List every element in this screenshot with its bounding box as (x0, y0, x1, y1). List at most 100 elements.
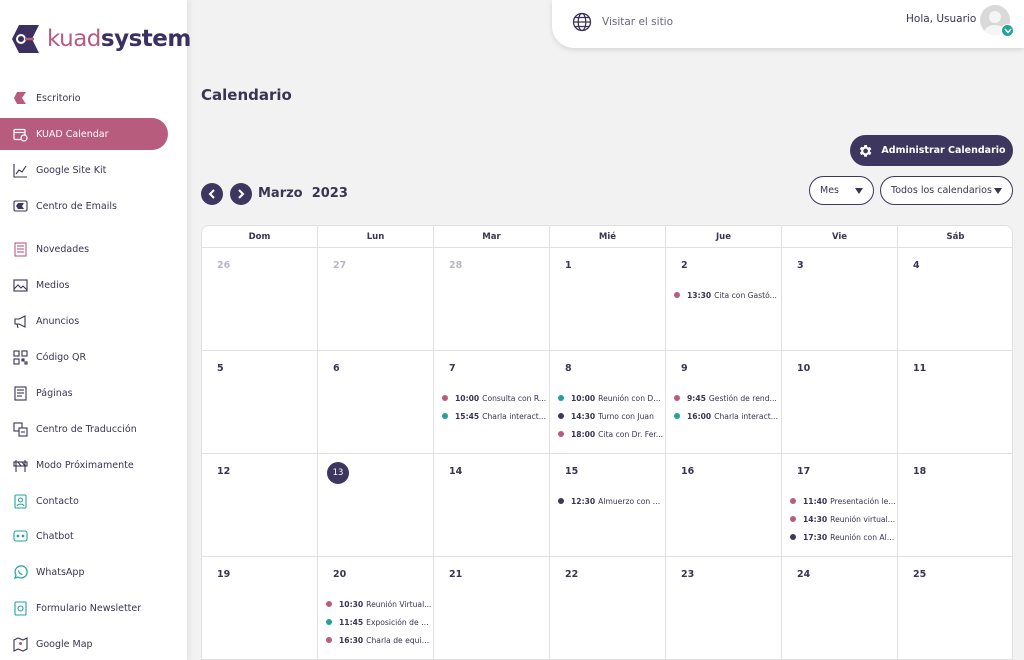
event-title: Turno con Juan (598, 411, 654, 421)
day-cell[interactable]: 26 (202, 248, 318, 351)
event-title: Charla interact... (482, 411, 546, 421)
event-color-dot (674, 292, 680, 298)
calendar-event[interactable]: 11:40 Presentación leg... (790, 494, 896, 508)
day-cell[interactable]: 7 10:00 Consulta con R... 15:45 Charla inter… (434, 351, 550, 454)
event-color-dot (674, 395, 680, 401)
calendar-event[interactable]: 10:30 Reunión Virtual... (326, 597, 432, 611)
event-color-dot (558, 431, 564, 437)
day-cell[interactable]: 23 (666, 557, 782, 660)
event-color-dot (326, 619, 332, 625)
sidebar-item-novedades[interactable]: Novedades (0, 233, 168, 265)
sidebar-item-anuncios[interactable]: Anuncios (0, 305, 168, 337)
brand-name-part1: kuad (47, 26, 101, 52)
day-cell[interactable]: 15 12:30 Almuerzo con S... (550, 454, 666, 557)
day-cell[interactable]: 28 (434, 248, 550, 351)
day-cell[interactable]: 27 (318, 248, 434, 351)
calendar-event[interactable]: 14:30 Reunión virtual ... (790, 512, 896, 526)
view-select[interactable]: Mes (809, 176, 874, 205)
weekday-header: Jue (666, 226, 782, 248)
day-cell[interactable]: 10 (782, 351, 898, 454)
sidebar-item-formulario-newsletter[interactable]: Formulario Newsletter (0, 592, 168, 624)
day-cell[interactable]: 13 (318, 454, 434, 557)
day-number: 2 (681, 260, 688, 271)
day-cell[interactable]: 1 (550, 248, 666, 351)
sidebar-item-escritorio[interactable]: Escritorio (0, 82, 168, 114)
month-name: Marzo (258, 186, 303, 201)
day-cell[interactable]: 9 9:45 Gestión de rend... 16:00 Charla inter… (666, 351, 782, 454)
translate-icon (12, 421, 28, 437)
sidebar-item-centro-de-emails[interactable]: Centro de Emails (0, 190, 168, 222)
calendar-event[interactable]: 9:45 Gestión de rend... (674, 391, 780, 405)
calendar-event[interactable]: 17:30 Reunión con Alv... (790, 530, 896, 544)
calendar-event[interactable]: 13:30 Cita con Gastó... (674, 288, 780, 302)
user-menu-chevron-icon[interactable] (1001, 24, 1014, 37)
user-greeting: Hola, Usuario (906, 13, 977, 25)
day-cell[interactable]: 2 13:30 Cita con Gastó... (666, 248, 782, 351)
calendar-event[interactable]: 11:45 Exposición de da... (326, 615, 432, 629)
sidebar-item-código-qr[interactable]: Código QR (0, 341, 168, 373)
day-cell[interactable]: 5 (202, 351, 318, 454)
sidebar-item-label: Modo Próximamente (36, 459, 134, 471)
sidebar-item-whatsapp[interactable]: WhatsApp (0, 556, 168, 588)
day-cell[interactable]: 3 (782, 248, 898, 351)
manage-calendar-label: Administrar Calendario (881, 145, 1006, 156)
calendar-filter-value: Todos los calendarios (891, 185, 992, 196)
event-title: Gestión de rend... (708, 393, 777, 403)
chatbot-icon (12, 528, 28, 544)
day-cell[interactable]: 8 10:00 Reunión con Da... 14:30 Turno con Ju… (550, 351, 666, 454)
day-number: 21 (449, 569, 463, 580)
day-cell[interactable]: 19 (202, 557, 318, 660)
prev-month-button[interactable] (201, 183, 223, 205)
weekday-header: Dom (202, 226, 318, 248)
calendar-event[interactable]: 16:00 Charla interact... (674, 409, 780, 423)
calendar-event[interactable]: 15:45 Charla interact... (442, 409, 548, 423)
calendar-event[interactable]: 18:00 Cita con Dr. Fer... (558, 427, 664, 441)
sidebar-item-kuad-calendar[interactable]: KUAD Calendar (0, 118, 168, 150)
day-cell[interactable]: 12 (202, 454, 318, 557)
visit-site-label: Visitar el sitio (602, 16, 674, 28)
calendar-event[interactable]: 14:30 Turno con Juan (558, 409, 664, 423)
day-cell[interactable]: 21 (434, 557, 550, 660)
event-color-dot (558, 395, 564, 401)
day-cell[interactable]: 11 (898, 351, 1012, 454)
day-cell[interactable]: 14 (434, 454, 550, 557)
day-number: 24 (797, 569, 811, 580)
calendar-event[interactable]: 12:30 Almuerzo con S... (558, 494, 664, 508)
day-cell[interactable]: 16 (666, 454, 782, 557)
event-time: 9:45 (687, 393, 706, 403)
brand-logo[interactable]: kuadsystem (10, 22, 191, 56)
calendar-event[interactable]: 16:30 Charla de equip... (326, 633, 432, 647)
map-icon (12, 636, 28, 652)
manage-calendar-button[interactable]: Administrar Calendario (850, 135, 1013, 166)
day-number: 28 (449, 260, 463, 271)
day-cell[interactable]: 20 10:30 Reunión Virtual... 11:45 Exposición… (318, 557, 434, 660)
event-title: Presentación leg... (830, 496, 896, 506)
sidebar-item-centro-de-traducción[interactable]: Centro de Traducción (0, 413, 168, 445)
day-number: 4 (913, 260, 920, 271)
next-month-button[interactable] (230, 183, 252, 205)
day-number: 11 (913, 363, 927, 374)
visit-site-link[interactable]: Visitar el sitio (572, 12, 673, 32)
sidebar-item-medios[interactable]: Medios (0, 269, 168, 301)
sidebar-item-páginas[interactable]: Páginas (0, 377, 168, 409)
sidebar-item-google-site-kit[interactable]: Google Site Kit (0, 154, 168, 186)
day-cell[interactable]: 25 (898, 557, 1012, 660)
view-select-value: Mes (820, 185, 839, 196)
calendar-event[interactable]: 10:00 Reunión con Da... (558, 391, 664, 405)
day-cell[interactable]: 4 (898, 248, 1012, 351)
sidebar-item-google-map[interactable]: Google Map (0, 628, 168, 660)
day-cell[interactable]: 18 (898, 454, 1012, 557)
weekday-header: Sáb (898, 226, 1012, 248)
day-cell[interactable]: 6 (318, 351, 434, 454)
sidebar-item-contacto[interactable]: Contacto (0, 485, 168, 517)
day-cell[interactable]: 24 (782, 557, 898, 660)
calendar-filter-select[interactable]: Todos los calendarios (880, 176, 1013, 205)
sidebar-item-chatbot[interactable]: Chatbot (0, 520, 168, 552)
sidebar-item-label: WhatsApp (36, 566, 85, 578)
newsletter-icon (12, 600, 28, 616)
day-cell[interactable]: 17 11:40 Presentación leg... 14:30 Reunión v… (782, 454, 898, 557)
day-number: 6 (333, 363, 340, 374)
sidebar-item-modo-próximamente[interactable]: Modo Próximamente (0, 449, 168, 481)
day-cell[interactable]: 22 (550, 557, 666, 660)
calendar-event[interactable]: 10:00 Consulta con R... (442, 391, 548, 405)
